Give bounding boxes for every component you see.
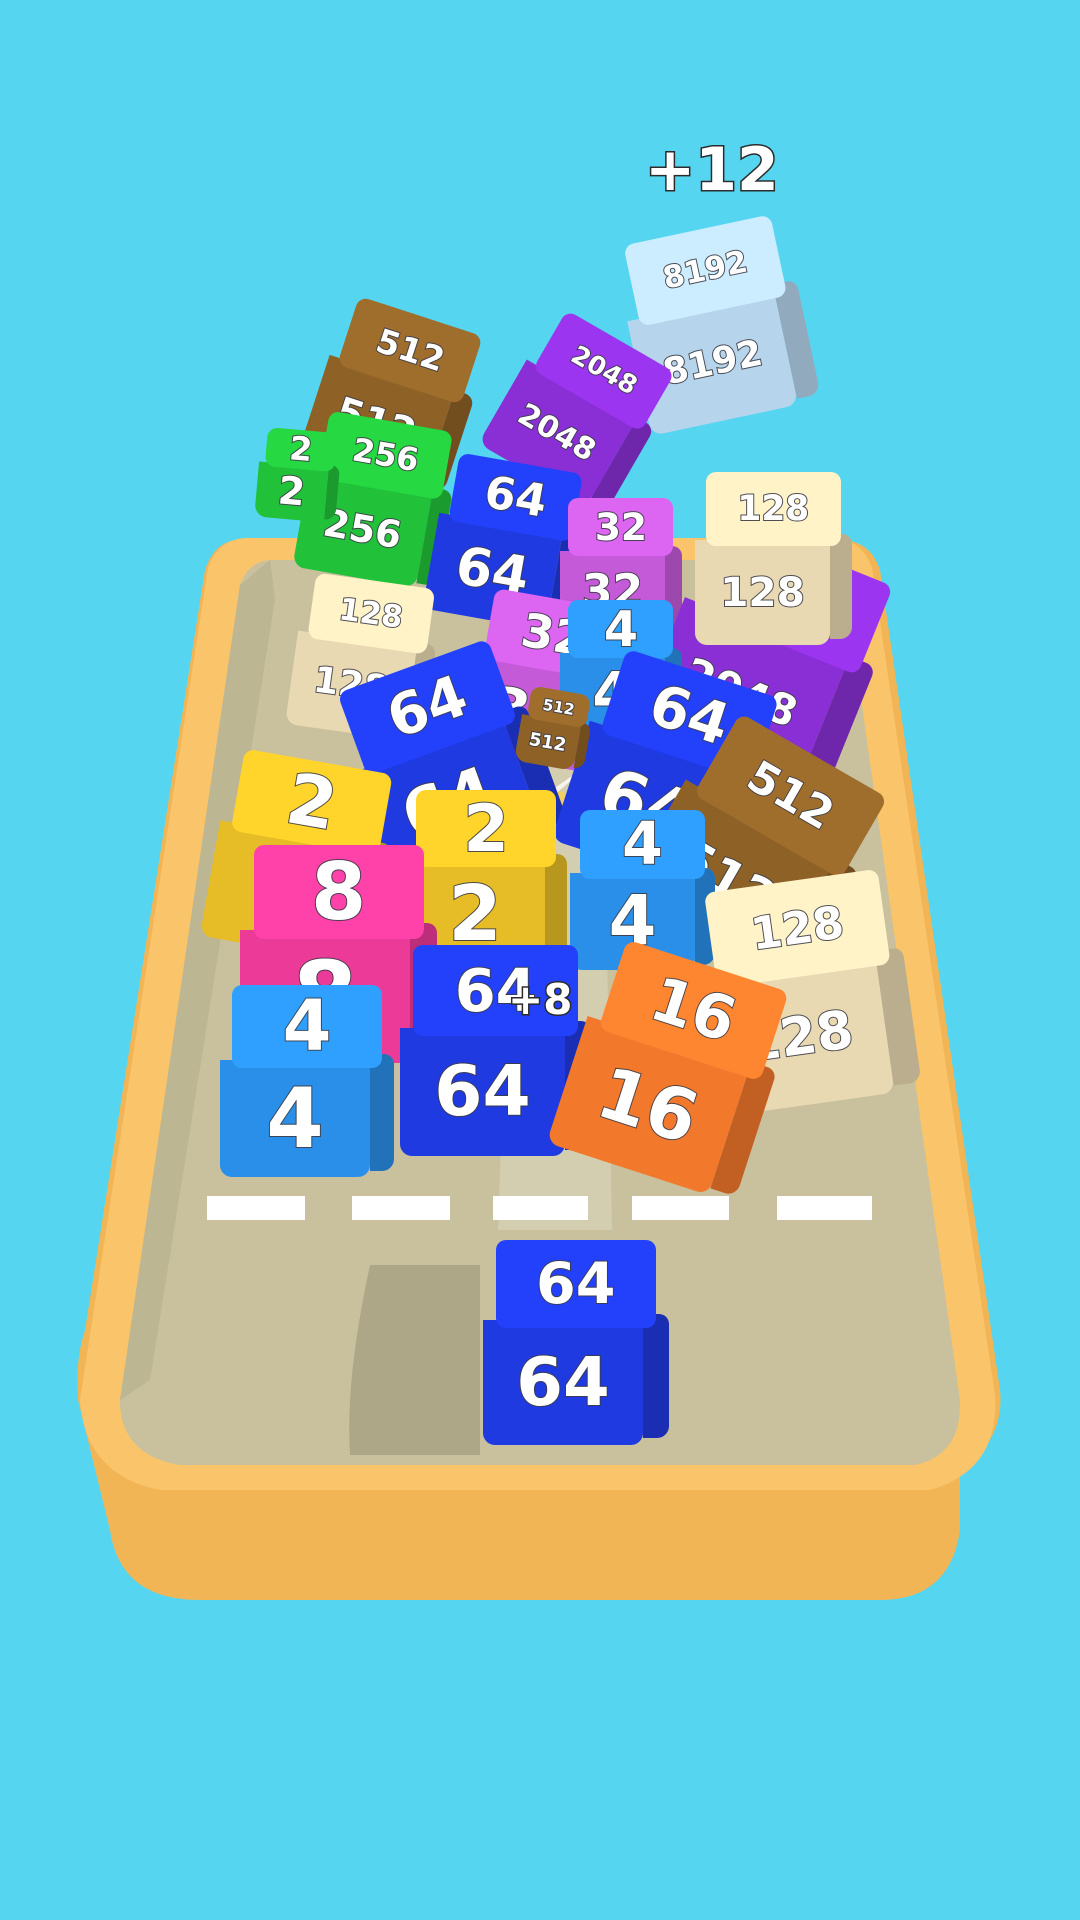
lane-marker xyxy=(207,1196,305,1220)
cube-value-label: 2 xyxy=(287,428,315,470)
cube-value-label: 128 xyxy=(336,591,406,637)
cube-value-label: 16 xyxy=(587,1050,709,1162)
cube-value-label: 256 xyxy=(349,430,423,481)
cube-value-label: 2048 xyxy=(511,396,603,470)
cube-128: 128 128 xyxy=(695,472,852,648)
cube-value-label: 2048 xyxy=(565,339,643,402)
cube-value-label: 4 xyxy=(265,1070,324,1168)
cube-value-label: 128 xyxy=(736,488,810,530)
cube-front-face: 4 xyxy=(220,1060,370,1177)
cube-value-label: 512 xyxy=(370,320,450,380)
cube-4: 44 xyxy=(220,984,394,1180)
launcher-cube[interactable]: 64 64 xyxy=(483,1240,669,1448)
cube-top-face: 32 xyxy=(568,498,674,556)
cube-top-face: 8 xyxy=(253,844,424,939)
cube-top-face: 2 xyxy=(416,790,557,868)
cube-value-label: 8 xyxy=(310,844,367,939)
launcher-shadow xyxy=(349,1265,480,1455)
score-popup-main: +12 xyxy=(644,134,781,207)
lane-marker xyxy=(352,1196,450,1220)
cube-side-face xyxy=(643,1313,669,1439)
cube-front-face: 64 xyxy=(483,1320,643,1445)
cube-value-label: 4 xyxy=(282,984,333,1068)
cube-front-face: 128 xyxy=(695,539,830,645)
cube-value-label: 16 xyxy=(641,963,745,1058)
cube-value-label: 64 xyxy=(378,662,477,753)
cube-value-label: 64 xyxy=(480,465,552,529)
cube-value-label: 2 xyxy=(462,790,510,868)
cube-side-face xyxy=(370,1054,394,1171)
cube-value-label: 2 xyxy=(275,467,308,516)
cube-value-label: 64 xyxy=(433,1051,531,1133)
cube-2: 22 xyxy=(254,427,342,525)
cube-512: 512512 xyxy=(513,685,595,774)
cube-front-face: 64 xyxy=(400,1027,565,1157)
cube-value-label: 128 xyxy=(747,895,848,961)
cube-value-label: 512 xyxy=(540,694,577,719)
cube-top-face: 128 xyxy=(705,472,841,547)
cube-top-face: 2 xyxy=(264,427,338,472)
cube-value-label: 512 xyxy=(526,728,569,757)
lane-marker xyxy=(493,1196,588,1220)
cube-top-face: 64 xyxy=(495,1240,656,1328)
cube-value-label: 128 xyxy=(719,567,806,617)
cube-value-label: 32 xyxy=(594,504,648,550)
cube-value-label: 512 xyxy=(738,750,843,841)
cube-value-label: 4 xyxy=(621,809,664,879)
cube-side-face xyxy=(830,534,852,640)
cube-value-label: 8192 xyxy=(659,243,752,297)
cube-value-label: 64 xyxy=(535,1250,616,1318)
cube-value-label: 64 xyxy=(515,1342,610,1422)
cube-front-face: 2 xyxy=(254,461,329,523)
score-popup-combo: +8 xyxy=(506,974,573,1026)
cube-top-face: 4 xyxy=(580,809,705,879)
cube-value-label: 2 xyxy=(280,757,344,848)
lane-marker xyxy=(777,1196,872,1220)
cube-top-face: 4 xyxy=(232,984,382,1068)
